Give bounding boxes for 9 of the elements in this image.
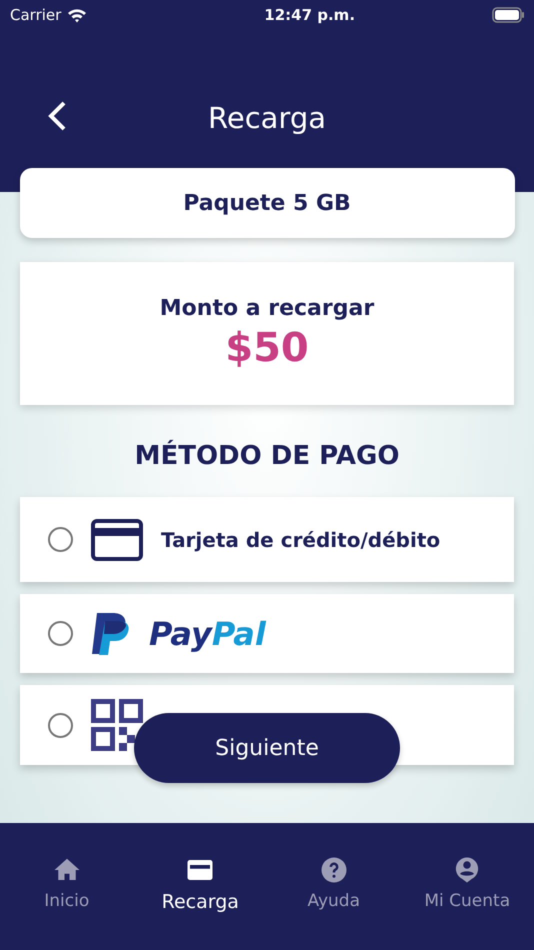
amount-value: $50 [225,325,309,371]
carrier-name: Carrier [10,6,62,24]
section-heading: MÉTODO DE PAGO [134,441,400,471]
option-label: Tarjeta de crédito/débito [161,528,440,552]
status-time: 12:47 p.m. [264,6,356,24]
package-card: Paquete 5 GB [20,168,514,238]
paypal-logo: PayPal [149,614,266,652]
amount-label: Monto a recargar [160,296,374,321]
screen-title: Recarga [208,101,326,135]
